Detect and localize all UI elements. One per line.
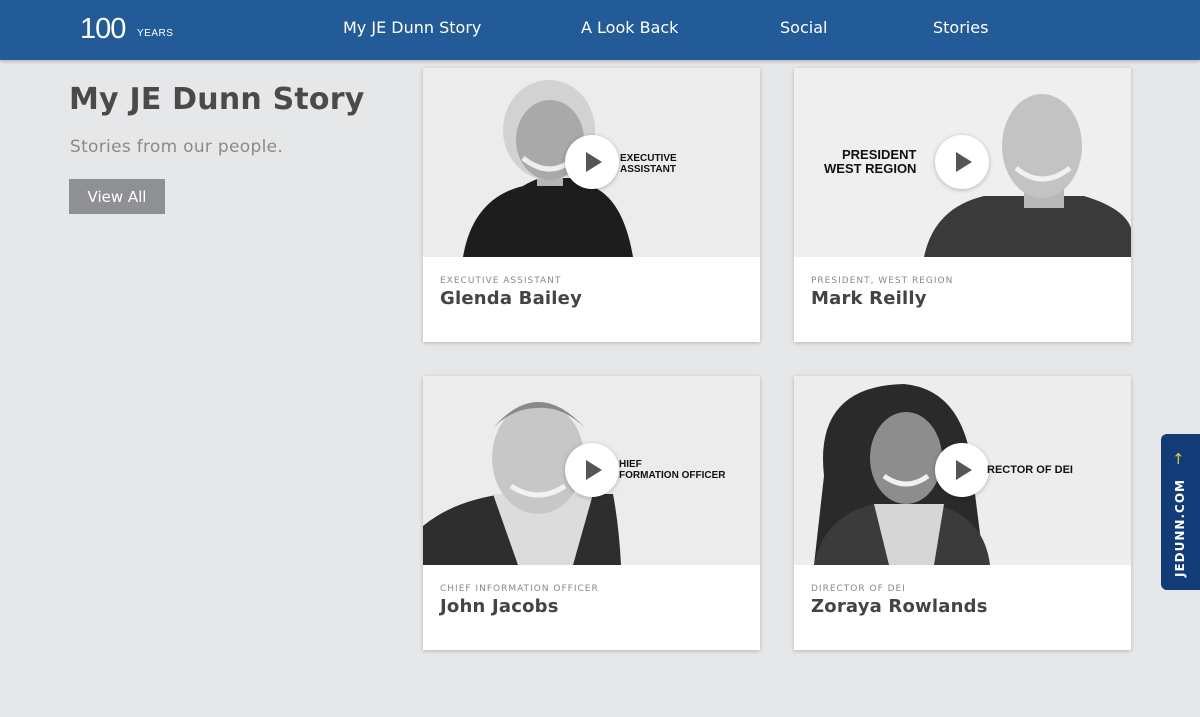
- video-thumbnail[interactable]: RECTOR OF DEI: [794, 376, 1131, 565]
- card-role: President, West Region: [811, 276, 954, 286]
- overlay-line: ASSISTANT: [620, 163, 676, 175]
- story-card-glenda-bailey[interactable]: EXECUTIVE ASSISTANT Executive Assistant …: [423, 68, 760, 342]
- arrow-up-icon: ↑: [1172, 450, 1185, 468]
- logo-number: 100: [80, 13, 126, 45]
- video-thumbnail[interactable]: PRESIDENT WEST REGION: [794, 68, 1131, 257]
- overlay-line: RECTOR OF DEI: [987, 464, 1073, 476]
- nav-stories[interactable]: Stories: [933, 18, 988, 37]
- card-role: Executive Assistant: [440, 276, 562, 286]
- overlay-line: WEST REGION: [824, 160, 917, 176]
- page-title: My JE Dunn Story: [69, 82, 365, 117]
- overlay-title: HIEF FORMATION OFFICER: [619, 459, 726, 481]
- logo-word: YEARS: [137, 28, 174, 39]
- card-role: Director of DEI: [811, 584, 906, 594]
- play-icon: [956, 460, 972, 480]
- overlay-title: RECTOR OF DEI: [987, 464, 1073, 477]
- overlay-title: PRESIDENT WEST REGION: [824, 148, 916, 175]
- card-name: Mark Reilly: [811, 288, 927, 309]
- overlay-line: FORMATION OFFICER: [619, 469, 726, 481]
- card-role: Chief Information Officer: [440, 584, 599, 594]
- card-name: John Jacobs: [440, 596, 559, 617]
- card-name: Glenda Bailey: [440, 288, 583, 309]
- overlay-line: HIEF: [619, 459, 642, 470]
- jedunn-com-side-tab[interactable]: ↑ JEDUNN.COM: [1161, 434, 1200, 590]
- play-button[interactable]: [565, 443, 619, 497]
- page-subtitle: Stories from our people.: [70, 137, 284, 157]
- nav-social[interactable]: Social: [780, 18, 827, 37]
- nav-my-je-dunn-story[interactable]: My JE Dunn Story: [343, 18, 481, 37]
- side-tab-label: JEDUNN.COM: [1173, 479, 1187, 577]
- video-thumbnail[interactable]: EXECUTIVE ASSISTANT: [423, 68, 760, 257]
- story-card-zoraya-rowlands[interactable]: RECTOR OF DEI Director of DEI Zoraya Row…: [794, 376, 1131, 650]
- nav-a-look-back[interactable]: A Look Back: [581, 18, 678, 37]
- play-icon: [586, 460, 602, 480]
- overlay-line: EXECUTIVE: [620, 153, 677, 164]
- view-all-button[interactable]: View All: [69, 179, 165, 214]
- overlay-line: PRESIDENT: [842, 147, 917, 162]
- logo-100-years[interactable]: 100 YEARS: [80, 14, 190, 44]
- play-icon: [956, 152, 972, 172]
- card-name: Zoraya Rowlands: [811, 596, 988, 617]
- play-icon: [586, 152, 602, 172]
- play-button[interactable]: [565, 135, 619, 189]
- top-navbar: 100 YEARS My JE Dunn Story A Look Back S…: [0, 0, 1200, 60]
- story-card-mark-reilly[interactable]: PRESIDENT WEST REGION President, West Re…: [794, 68, 1131, 342]
- story-card-john-jacobs[interactable]: HIEF FORMATION OFFICER Chief Information…: [423, 376, 760, 650]
- play-button[interactable]: [935, 135, 989, 189]
- play-button[interactable]: [935, 443, 989, 497]
- video-thumbnail[interactable]: HIEF FORMATION OFFICER: [423, 376, 760, 565]
- overlay-title: EXECUTIVE ASSISTANT: [620, 153, 677, 175]
